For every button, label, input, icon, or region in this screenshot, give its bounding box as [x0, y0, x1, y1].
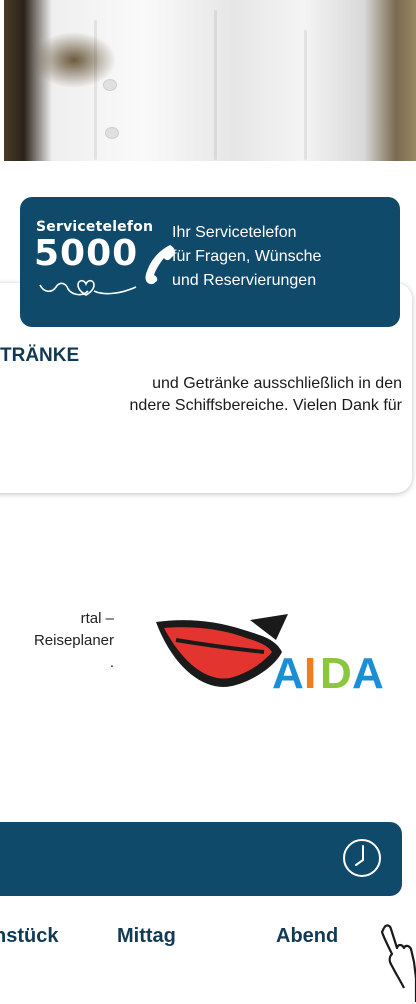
tab-breakfast[interactable]: nstück: [0, 925, 58, 948]
tab-dinner[interactable]: Abend: [276, 925, 338, 948]
shirt-button: [106, 128, 118, 138]
aida-logo: A I D A: [156, 614, 384, 698]
svg-text:A: A: [272, 649, 304, 698]
portal-text: rtal – Reiseplaner .: [33, 610, 114, 671]
notice-title: TRÄNKE: [0, 345, 80, 366]
svg-text:I: I: [304, 649, 316, 698]
crew-photo: [4, 0, 416, 161]
service-phone-banner[interactable]: Servicetelefon 5000 Ihr Servicetelefon f…: [20, 197, 400, 327]
svg-text:D: D: [320, 649, 352, 698]
hand-pointer-icon: [380, 924, 416, 1002]
clock-icon: [343, 839, 381, 877]
service-number: 5000: [34, 233, 139, 274]
opening-hours-bar[interactable]: [0, 822, 402, 896]
notice-body: und Getränke ausschließlich in den ndere…: [129, 375, 402, 414]
meal-tabs: nstück Mittag Abend: [0, 925, 416, 955]
service-description: Ihr Servicetelefon für Fragen, Wünsche u…: [172, 224, 322, 289]
tab-lunch[interactable]: Mittag: [117, 925, 176, 948]
shirt-button: [104, 80, 116, 90]
svg-text:A: A: [352, 649, 384, 698]
heart-line-icon: [39, 279, 137, 296]
